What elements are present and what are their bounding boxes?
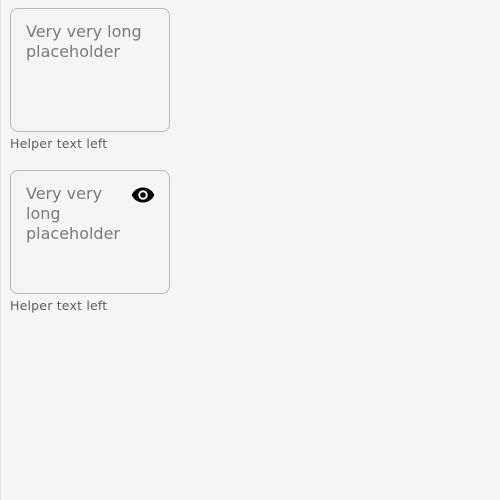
text-area-field-with-icon: Helper text left xyxy=(10,170,170,314)
text-area-input[interactable] xyxy=(26,22,158,122)
text-area-field: Helper text left xyxy=(10,8,170,152)
helper-text: Helper text left xyxy=(10,298,108,313)
text-area-input[interactable] xyxy=(26,184,126,284)
text-area-box[interactable] xyxy=(10,8,170,132)
eye-icon[interactable] xyxy=(131,186,155,204)
text-area-box[interactable] xyxy=(10,170,170,294)
page: Helper text left Helper text left xyxy=(0,0,500,500)
helper-text: Helper text left xyxy=(10,136,108,151)
